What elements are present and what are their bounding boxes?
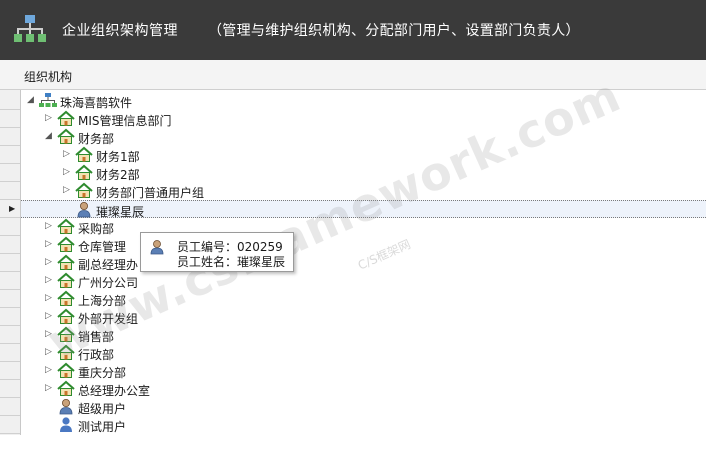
row-pointer-icon: ▶ bbox=[9, 204, 16, 213]
tree-node[interactable]: 测试用户 bbox=[21, 416, 706, 434]
collapsed-arrow-icon[interactable]: ▷ bbox=[45, 240, 54, 249]
tree-node-label: 财务1部 bbox=[96, 150, 140, 164]
org-chart-icon bbox=[14, 15, 46, 42]
collapsed-arrow-icon[interactable]: ▷ bbox=[63, 186, 72, 195]
row-indicator-cell[interactable] bbox=[0, 344, 20, 362]
row-indicator-cell[interactable] bbox=[0, 290, 20, 308]
collapsed-arrow-icon[interactable]: ▷ bbox=[45, 384, 54, 393]
tree-node[interactable]: 超级用户 bbox=[21, 398, 706, 416]
collapsed-arrow-icon[interactable]: ▷ bbox=[63, 168, 72, 177]
panel-title: 组织机构 bbox=[24, 70, 73, 84]
org-tree[interactable]: ▶ ◢ 珠海喜鹊软件 ▷ MIS管理信息部门 ◢ 财务部 ▷ 财务1部 ▷ 财务2部 ▷ 财务部门普通… bbox=[0, 90, 706, 476]
employee-tooltip: 员工编号：020259 员工姓名：璀璨星辰 bbox=[140, 232, 294, 272]
house-icon bbox=[57, 128, 75, 144]
tree-node-label: MIS管理信息部门 bbox=[78, 114, 172, 128]
row-indicator-cell[interactable] bbox=[0, 182, 20, 200]
user-icon bbox=[150, 240, 164, 255]
collapsed-arrow-icon[interactable]: ▷ bbox=[45, 276, 54, 285]
house-icon bbox=[57, 218, 75, 234]
house-icon bbox=[75, 182, 93, 198]
row-indicator-cell[interactable] bbox=[0, 146, 20, 164]
collapsed-arrow-icon[interactable]: ▷ bbox=[45, 294, 54, 303]
house-icon bbox=[57, 380, 75, 396]
tree-node-label: 财务部 bbox=[78, 132, 115, 146]
tree-node-label: 珠海喜鹊软件 bbox=[60, 96, 133, 110]
page-subtitle: （管理与维护组织机构、分配部门用户、设置部门负责人） bbox=[208, 23, 580, 39]
tooltip-employee-name: 员工姓名：璀璨星辰 bbox=[177, 255, 286, 269]
user-icon bbox=[59, 399, 73, 415]
row-indicator-cell[interactable] bbox=[0, 218, 20, 236]
tree-node-label: 测试用户 bbox=[78, 420, 127, 434]
expanded-arrow-icon[interactable]: ◢ bbox=[45, 132, 54, 141]
row-indicator-cell[interactable] bbox=[0, 110, 20, 128]
tree-node-label: 超级用户 bbox=[78, 402, 127, 416]
house-icon bbox=[57, 254, 75, 270]
row-indicator-cell[interactable] bbox=[0, 254, 20, 272]
app-header: 企业组织架构管理 （管理与维护组织机构、分配部门用户、设置部门负责人） bbox=[0, 0, 706, 60]
tree-node-label: 副总经理办 bbox=[78, 258, 139, 272]
tree-node[interactable]: ▷ 行政部 bbox=[21, 344, 706, 362]
row-indicator-cell[interactable] bbox=[0, 272, 20, 290]
row-indicator-cell[interactable] bbox=[0, 308, 20, 326]
tree-node-label: 仓库管理 bbox=[78, 240, 127, 254]
house-icon bbox=[57, 236, 75, 252]
row-indicator-cell[interactable] bbox=[0, 236, 20, 254]
tree-node-label: 采购部 bbox=[78, 222, 115, 236]
tree-node[interactable]: ▷ 仓库管理 bbox=[21, 236, 706, 254]
tree-node-label: 财务2部 bbox=[96, 168, 140, 182]
tree-node-label: 总经理办公室 bbox=[78, 384, 151, 398]
tree-node[interactable]: ▷ 重庆分部 bbox=[21, 362, 706, 380]
user-icon bbox=[77, 202, 91, 218]
row-indicator-cell[interactable] bbox=[0, 92, 20, 110]
row-indicator-cell[interactable] bbox=[0, 326, 20, 344]
row-indicator-cell[interactable] bbox=[0, 416, 20, 434]
user-blue-icon bbox=[60, 417, 72, 432]
tree-node-label: 重庆分部 bbox=[78, 366, 127, 380]
row-indicator-cell[interactable] bbox=[0, 398, 20, 416]
tree-node[interactable]: ◢ 财务部 bbox=[21, 128, 706, 146]
collapsed-arrow-icon[interactable]: ▷ bbox=[45, 366, 54, 375]
collapsed-arrow-icon[interactable]: ▷ bbox=[45, 258, 54, 267]
house-icon bbox=[75, 146, 93, 162]
tree-node[interactable]: ▷ 总经理办公室 bbox=[21, 380, 706, 398]
expanded-arrow-icon[interactable]: ◢ bbox=[27, 96, 36, 105]
row-indicator-cell[interactable]: ▶ bbox=[0, 200, 20, 218]
row-indicator-cell[interactable] bbox=[0, 380, 20, 398]
row-indicator-cell[interactable] bbox=[0, 164, 20, 182]
org-chart-icon bbox=[39, 93, 57, 107]
house-icon bbox=[57, 110, 75, 126]
row-indicator-column: ▶ bbox=[0, 90, 21, 435]
collapsed-arrow-icon[interactable]: ▷ bbox=[45, 114, 54, 123]
house-icon bbox=[57, 272, 75, 288]
collapsed-arrow-icon[interactable]: ▷ bbox=[63, 150, 72, 159]
tree-node-label: 财务部门普通用户组 bbox=[96, 186, 205, 200]
collapsed-arrow-icon[interactable]: ▷ bbox=[45, 222, 54, 231]
row-indicator-cell[interactable] bbox=[0, 362, 20, 380]
page-title: 企业组织架构管理 bbox=[62, 23, 178, 39]
house-icon bbox=[75, 164, 93, 180]
tree-node[interactable]: ▷ 财务1部 bbox=[21, 146, 706, 164]
row-indicator-cell[interactable] bbox=[0, 128, 20, 146]
